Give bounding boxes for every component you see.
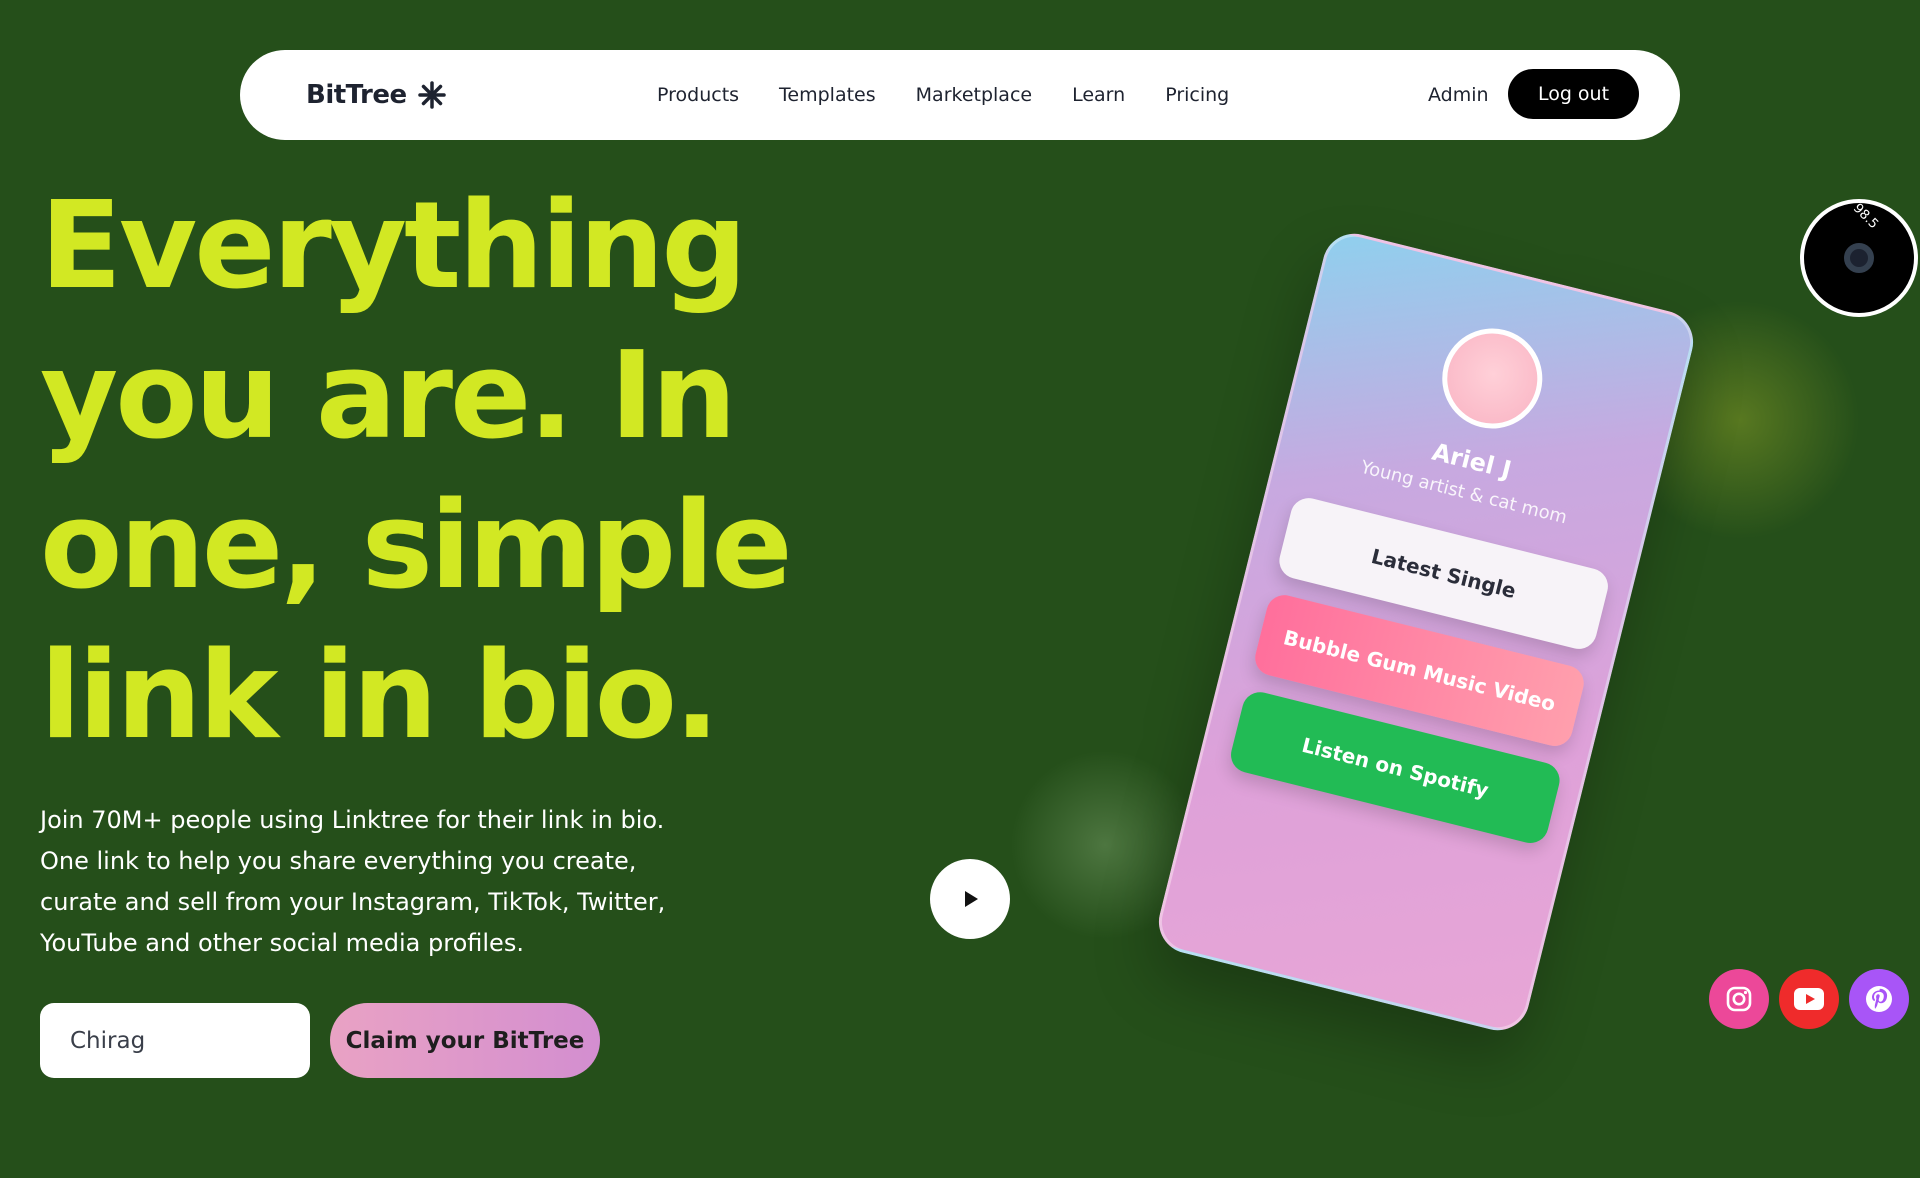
asterisk-icon xyxy=(417,81,446,109)
menu-item-templates[interactable]: Templates xyxy=(779,84,876,106)
instagram-button[interactable] xyxy=(1709,969,1769,1029)
pinterest-icon xyxy=(1866,986,1892,1012)
menu-item-products[interactable]: Products xyxy=(657,84,739,106)
main-menu: Products Templates Marketplace Learn Pri… xyxy=(657,50,1229,140)
admin-link[interactable]: Admin xyxy=(1428,50,1489,140)
youtube-button[interactable] xyxy=(1779,969,1839,1029)
headline-line-4: link in bio. xyxy=(40,627,720,766)
headline-line-3: one, simple xyxy=(40,477,793,616)
claim-button[interactable]: Claim your BitTree xyxy=(330,1003,600,1078)
brand-name: BitTree xyxy=(306,80,407,110)
vinyl-label: 98.5 xyxy=(1849,200,1882,233)
avatar xyxy=(1431,317,1553,440)
headline-line-1: Everything xyxy=(40,177,747,316)
youtube-icon xyxy=(1794,988,1824,1010)
vinyl-record: 98.5 xyxy=(1800,199,1918,317)
menu-item-learn[interactable]: Learn xyxy=(1072,84,1125,106)
menu-item-marketplace[interactable]: Marketplace xyxy=(916,84,1032,106)
play-button[interactable] xyxy=(930,859,1010,939)
brand-logo[interactable]: BitTree xyxy=(306,50,447,140)
vinyl-center xyxy=(1844,243,1874,273)
hero-headline: Everything you are. In one, simple link … xyxy=(40,172,793,772)
logout-button[interactable]: Log out xyxy=(1508,69,1639,119)
pinterest-button[interactable] xyxy=(1849,969,1909,1029)
phone-mockup: Ariel J Young artist & cat mom Latest Si… xyxy=(1152,227,1700,1037)
menu-item-pricing[interactable]: Pricing xyxy=(1165,84,1229,106)
headline-line-2: you are. In xyxy=(40,327,737,466)
play-icon xyxy=(965,891,978,907)
navbar: BitTree Products Templates Marketplace L… xyxy=(240,50,1680,140)
instagram-icon xyxy=(1726,986,1752,1012)
username-input[interactable] xyxy=(40,1003,310,1078)
hero-description: Join 70M+ people using Linktree for thei… xyxy=(40,806,666,957)
